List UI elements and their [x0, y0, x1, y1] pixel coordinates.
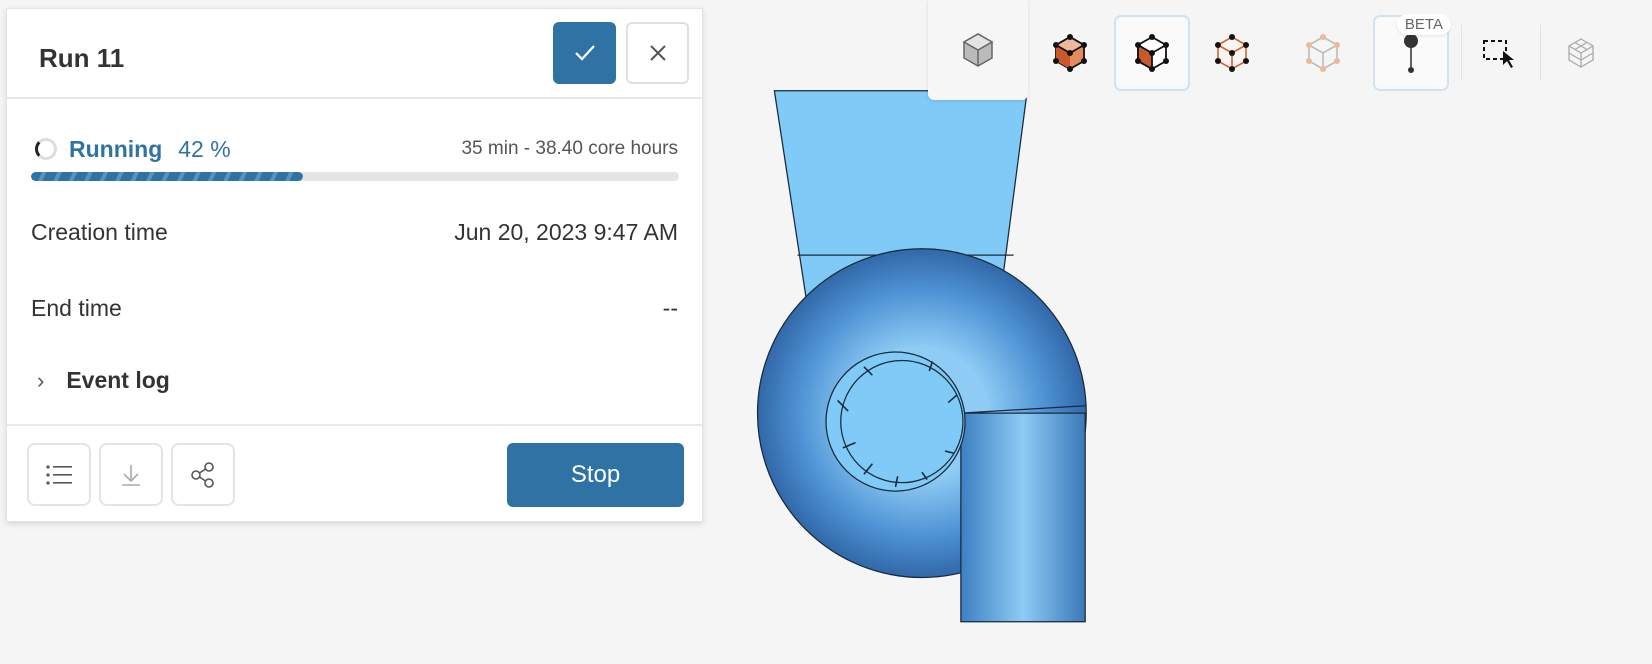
- tool-faces-vertices[interactable]: [1032, 15, 1108, 91]
- list-icon: [46, 464, 72, 485]
- end-label: End time: [31, 295, 122, 321]
- status-label: Running: [69, 135, 163, 162]
- run-panel: Run 11 Running 42 % 35 min - 38.40 core …: [6, 8, 703, 522]
- divider: [7, 424, 702, 426]
- probe-point-icon: [1404, 34, 1418, 73]
- creation-value: Jun 20, 2023 9:47 AM: [454, 219, 678, 245]
- end-row: End time --: [31, 295, 678, 322]
- progress-fill: [31, 172, 304, 181]
- chevron-right-icon: ›: [37, 367, 45, 393]
- progress-bar: [31, 172, 679, 181]
- run-title: Run 11: [39, 43, 125, 73]
- creation-label: Creation time: [31, 219, 168, 245]
- pump-model: [756, 90, 1087, 623]
- box-select-icon: [1483, 40, 1514, 68]
- progress-percent: 42 %: [178, 135, 231, 162]
- edges-faces-icon: [1135, 34, 1169, 72]
- solid-cube-icon: [962, 33, 994, 67]
- run-duration: 35 min - 38.40 core hours: [461, 138, 678, 159]
- panel-header: Run 11: [7, 9, 702, 99]
- transparent-cube-icon: [1306, 34, 1340, 72]
- share-button[interactable]: [171, 443, 235, 506]
- download-button[interactable]: [99, 443, 163, 506]
- wireframe-vertices-icon: [1215, 34, 1249, 72]
- spinner-icon: [35, 138, 57, 160]
- list-button[interactable]: [27, 443, 91, 506]
- creation-row: Creation time Jun 20, 2023 9:47 AM: [31, 219, 678, 246]
- confirm-button[interactable]: [553, 22, 616, 84]
- tool-box-select[interactable]: [1461, 15, 1537, 91]
- end-value: --: [662, 295, 678, 321]
- run-status: Running 42 % 35 min - 38.40 core hours: [35, 134, 678, 164]
- check-icon: [574, 45, 595, 61]
- share-icon: [191, 461, 214, 488]
- tool-solid-view[interactable]: [928, 0, 1028, 100]
- tool-mesh[interactable]: [1543, 15, 1619, 91]
- close-button[interactable]: [626, 22, 689, 84]
- faces-vertices-icon: [1053, 34, 1087, 72]
- beta-badge: BETA: [1396, 14, 1451, 35]
- stop-button[interactable]: Stop: [507, 443, 684, 507]
- mesh-cube-icon: [1568, 38, 1594, 68]
- event-log-label: Event log: [66, 367, 170, 393]
- download-icon: [122, 464, 140, 486]
- toolbar-separator: [1540, 25, 1541, 80]
- close-icon: [649, 45, 666, 61]
- tool-wireframe-vertices[interactable]: [1194, 15, 1270, 91]
- event-log-toggle[interactable]: › Event log: [37, 367, 170, 394]
- tool-transparent[interactable]: [1285, 15, 1361, 91]
- tool-edges-faces[interactable]: [1114, 15, 1190, 91]
- tool-probe-point[interactable]: BETA: [1373, 14, 1451, 91]
